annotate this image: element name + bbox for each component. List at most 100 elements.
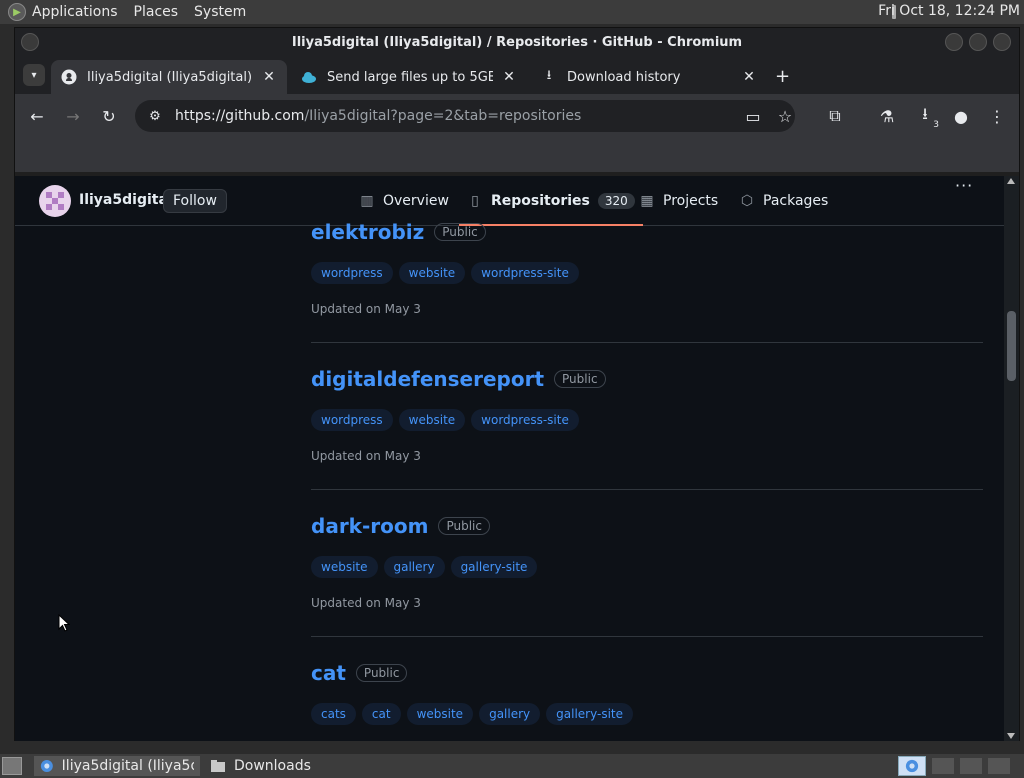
tab-overview[interactable]: ▥ Overview: [359, 176, 449, 226]
table-icon: ▦: [640, 193, 654, 209]
topic-tag[interactable]: gallery: [479, 703, 541, 725]
repo-list-item: elektrobiz Public wordpress website word…: [311, 220, 983, 343]
topic-tag[interactable]: website: [398, 262, 466, 284]
tab-label: Iliya5digital (Iliya5digital) / Re: [87, 69, 253, 85]
tab-label: Send large files up to 5GB fo: [327, 69, 493, 85]
topic-tag[interactable]: wordpress: [311, 262, 393, 284]
topic-tag[interactable]: gallery-site: [450, 556, 538, 578]
scroll-down-arrow-icon[interactable]: [1007, 733, 1015, 739]
scrollbar-thumb[interactable]: [1007, 311, 1016, 381]
follow-button[interactable]: Follow: [163, 189, 227, 213]
updated-date: Updated on May 3: [311, 596, 421, 610]
show-desktop-button[interactable]: [2, 757, 22, 775]
task-label: Downloads: [234, 758, 311, 774]
new-tab-button[interactable]: +: [775, 66, 790, 87]
download-icon: ⭳: [546, 68, 552, 83]
menu-system[interactable]: System: [194, 4, 246, 20]
tab-label: Download history: [567, 69, 681, 85]
close-icon[interactable]: ✕: [261, 69, 277, 85]
system-clock[interactable]: Fri Oct 18, 12:24 PM: [878, 3, 1020, 19]
more-options-icon[interactable]: ···: [955, 176, 973, 195]
close-icon[interactable]: ✕: [741, 69, 757, 85]
system-logo-icon[interactable]: ▶: [8, 3, 26, 21]
topic-tag[interactable]: website: [311, 556, 378, 578]
tab-projects-label: Projects: [663, 193, 719, 209]
visibility-badge: Public: [355, 664, 408, 682]
tab-github-profile[interactable]: Iliya5digital (Iliya5digital) / Re ✕: [51, 60, 287, 94]
site-info-icon[interactable]: ⚙: [145, 106, 165, 126]
updated-date: Updated on May 3: [311, 449, 421, 463]
tray-chromium-icon[interactable]: [898, 756, 926, 776]
page-scrollbar[interactable]: [1004, 176, 1019, 741]
divider: [311, 342, 983, 343]
topic-tag[interactable]: wordpress-site: [471, 409, 579, 431]
window-maximize-button[interactable]: [969, 33, 987, 51]
topic-tag[interactable]: wordpress: [311, 409, 393, 431]
labs-flask-icon[interactable]: ⚗: [877, 106, 897, 126]
scroll-up-arrow-icon[interactable]: [1007, 178, 1015, 184]
updated-date: Updated on May 3: [311, 302, 421, 316]
task-chromium-window[interactable]: Iliya5digital (Iliya5di...: [34, 756, 200, 776]
window-menu-button[interactable]: [21, 33, 39, 51]
workspace-2[interactable]: [960, 758, 982, 774]
topic-tag[interactable]: website: [398, 409, 466, 431]
forward-arrow-icon[interactable]: →: [63, 106, 83, 126]
repo-name-link[interactable]: digitaldefensereport: [311, 367, 544, 391]
repo-count-badge: 320: [597, 193, 635, 209]
url-host: https://github.com: [175, 108, 305, 124]
avatar[interactable]: [39, 185, 71, 217]
bookmark-star-icon[interactable]: ☆: [775, 106, 795, 126]
repo-name-link[interactable]: dark-room: [311, 514, 428, 538]
system-menus: Applications Places System: [32, 4, 262, 20]
tab-overview-label: Overview: [383, 193, 449, 209]
downloads-icon[interactable]: ⭳ 3: [915, 104, 939, 131]
task-downloads-folder[interactable]: Downloads: [204, 756, 344, 776]
tab-packages[interactable]: ⬡ Packages: [739, 176, 828, 226]
window-titlebar[interactable]: Iliya5digital (Iliya5digital) / Reposito…: [15, 28, 1019, 56]
topic-tag[interactable]: gallery: [383, 556, 445, 578]
repo-name-link[interactable]: cat: [311, 661, 346, 685]
profile-icon[interactable]: ●: [951, 106, 971, 126]
profile-header: Iliya5digital Follow ▥ Overview ▯ Reposi…: [15, 176, 1005, 226]
tab-download-history[interactable]: ⭳ Download history ✕: [531, 60, 767, 94]
close-icon[interactable]: ✕: [501, 69, 517, 85]
mouse-cursor-icon: [58, 614, 70, 632]
back-arrow-icon[interactable]: ←: [27, 106, 47, 126]
divider: [311, 489, 983, 490]
tab-strip: ▾ Iliya5digital (Iliya5digital) / Re ✕ S…: [15, 56, 1019, 94]
repo-name-link[interactable]: elektrobiz: [311, 220, 424, 244]
workspace-3[interactable]: [988, 758, 1010, 774]
chevron-down-icon: ▾: [31, 69, 37, 81]
url-path: /Iliya5digital?page=2&tab=repositories: [304, 108, 582, 124]
window-title: Iliya5digital (Iliya5digital) / Reposito…: [291, 34, 743, 50]
tab-send-large-files[interactable]: Send large files up to 5GB fo ✕: [291, 60, 527, 94]
topic-tag[interactable]: website: [406, 703, 474, 725]
install-app-icon[interactable]: ▭: [743, 106, 763, 126]
system-top-panel: ▶ Applications Places System Fri Oct 18,…: [0, 0, 1024, 24]
address-bar[interactable]: ⚙ https://github.com/Iliya5digital?page=…: [135, 100, 795, 132]
download-count: 3: [933, 120, 939, 130]
workspace-1[interactable]: [932, 758, 954, 774]
tab-repositories[interactable]: ▯ Repositories 320: [459, 176, 643, 226]
visibility-badge: Public: [434, 223, 486, 241]
github-page: Iliya5digital Follow ▥ Overview ▯ Reposi…: [15, 176, 1005, 741]
divider: [311, 636, 983, 637]
topic-tag[interactable]: gallery-site: [546, 703, 633, 725]
folder-icon: [211, 760, 225, 772]
topic-tag[interactable]: cat: [361, 703, 401, 725]
tab-projects[interactable]: ▦ Projects: [639, 176, 718, 226]
reload-icon[interactable]: ↻: [99, 106, 119, 126]
topic-tag[interactable]: cats: [311, 703, 356, 725]
tab-search-button[interactable]: ▾: [23, 64, 45, 86]
extensions-icon[interactable]: ⧉: [825, 106, 845, 126]
window-close-button[interactable]: [993, 33, 1011, 51]
profile-username[interactable]: Iliya5digital: [79, 192, 173, 208]
book-icon: ▥: [360, 193, 374, 209]
chromium-icon: [40, 760, 53, 772]
browser-toolbar: ← → ↻ ⚙ https://github.com/Iliya5digital…: [15, 94, 1019, 138]
kebab-menu-icon[interactable]: ⋮: [987, 106, 1007, 126]
window-minimize-button[interactable]: [945, 33, 963, 51]
menu-applications[interactable]: Applications: [32, 4, 118, 20]
topic-tag[interactable]: wordpress-site: [471, 262, 579, 284]
menu-places[interactable]: Places: [134, 4, 179, 20]
